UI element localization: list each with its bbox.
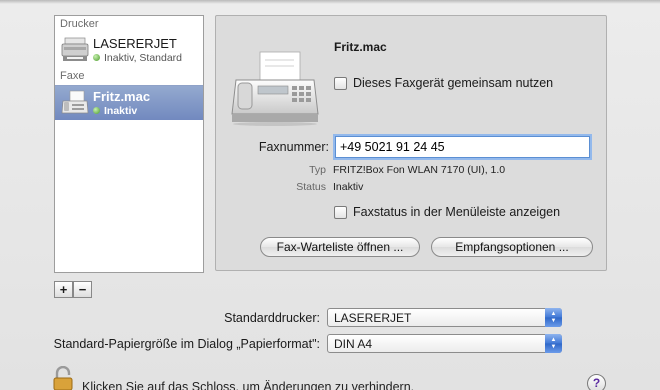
paper-size-label: Standard-Papiergröße im Dialog „Papierfo… (53, 337, 320, 351)
menubar-status-row[interactable]: Faxstatus in der Menüleiste anzeigen (334, 205, 560, 219)
paper-size-value: DIN A4 (334, 337, 373, 351)
popup-arrows-icon: ▲ ▼ (545, 334, 562, 353)
lock-icon[interactable] (52, 366, 74, 390)
fax-detail-panel: Fritz.mac Dieses Faxgerät gemeinsam nutz… (215, 15, 607, 271)
type-label: Typ (309, 164, 326, 176)
printer-name: LASERERJET (93, 36, 177, 51)
add-printer-button[interactable]: + (54, 281, 73, 298)
help-button[interactable]: ? (587, 374, 606, 390)
popup-arrows-icon: ▲ ▼ (545, 308, 562, 327)
default-printer-value: LASERERJET (334, 311, 412, 325)
menubar-status-label: Faxstatus in der Menüleiste anzeigen (353, 205, 561, 219)
group-header-printers: Drucker (60, 18, 99, 30)
default-printer-label: Standarddrucker: (224, 311, 320, 325)
fax-status-text: Inaktiv (104, 105, 138, 117)
receive-options-button[interactable]: Empfangsoptionen ... (431, 237, 593, 257)
paper-size-popup[interactable]: DIN A4 ▲ ▼ (327, 334, 562, 353)
fax-number-input[interactable] (335, 136, 590, 158)
default-printer-popup[interactable]: LASERERJET ▲ ▼ (327, 308, 562, 327)
fax-machine-icon (231, 51, 319, 126)
menubar-status-checkbox[interactable] (334, 205, 347, 219)
status-value: Inaktiv (333, 181, 364, 193)
list-item-laserjet[interactable]: LASERERJET Inaktiv, Standard (55, 33, 203, 68)
fax-icon (61, 90, 89, 114)
remove-printer-button[interactable]: − (73, 281, 92, 298)
group-header-fax: Faxe (60, 70, 85, 82)
status-dot-icon (93, 107, 100, 114)
share-fax-row[interactable]: Dieses Faxgerät gemeinsam nutzen (334, 76, 553, 90)
lock-hint-text: Klicken Sie auf das Schloss, um Änderung… (82, 380, 415, 390)
device-name: Fritz.mac (334, 40, 387, 54)
open-fax-queue-button[interactable]: Fax-Warteliste öffnen ... (260, 237, 420, 257)
printer-status: Inaktiv, Standard (93, 52, 182, 64)
share-fax-label: Dieses Faxgerät gemeinsam nutzen (353, 76, 554, 90)
share-fax-checkbox[interactable] (334, 76, 347, 90)
status-label: Status (296, 181, 326, 193)
toolbar-shadow (0, 0, 660, 4)
printer-status-text: Inaktiv, Standard (104, 52, 183, 64)
fax-status: Inaktiv (93, 105, 137, 117)
printer-list[interactable]: Drucker LASERERJET Inaktiv, Standard Fax… (54, 15, 204, 273)
type-value: FRITZ!Box Fon WLAN 7170 (UI), 1.0 (333, 164, 506, 176)
laser-printer-icon (61, 37, 89, 61)
fax-number-label: Faxnummer: (258, 140, 329, 154)
fax-name: Fritz.mac (93, 89, 151, 104)
status-dot-icon (93, 54, 100, 61)
list-item-fritz-mac[interactable]: Fritz.mac Inaktiv (55, 85, 203, 120)
print-fax-preferences-window: Drucker LASERERJET Inaktiv, Standard Fax… (0, 0, 660, 390)
